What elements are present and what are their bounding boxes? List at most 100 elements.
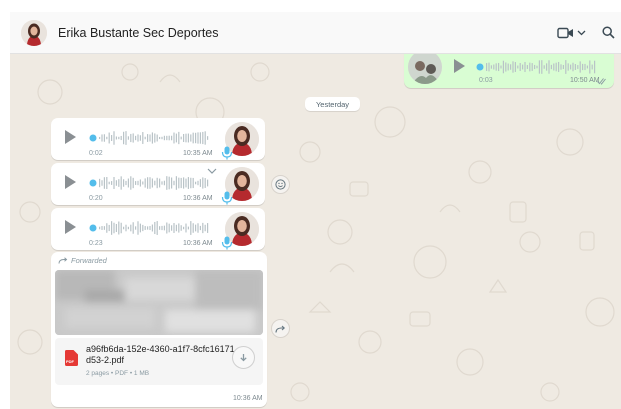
waveform-bar (144, 226, 146, 230)
waveform-bar (171, 135, 173, 141)
waveform-bar (154, 133, 156, 143)
chevron-down-icon (577, 30, 586, 35)
waveform-bar (139, 223, 141, 233)
play-icon[interactable] (65, 130, 76, 144)
waveform-bar (579, 61, 581, 73)
download-button[interactable] (232, 346, 255, 369)
voice-duration: 0:02 (89, 150, 103, 157)
voice-message[interactable]: 0:20 10:36 AM (51, 163, 265, 205)
waveform-bar (546, 63, 548, 71)
waveform-bar (156, 177, 158, 189)
waveform-bar (120, 222, 122, 234)
waveform-bar (120, 176, 122, 190)
document-row[interactable]: PDF a96fb6da-152e-4360-a1f7-8cfc16171d53… (55, 338, 263, 385)
message-time: 10:36 AM (183, 240, 213, 247)
waveform-bar (135, 226, 137, 230)
message-time: 10:50 AM (570, 77, 600, 84)
waveform-bar (123, 131, 125, 145)
voice-waveform[interactable] (89, 220, 211, 236)
waveform-bar (173, 223, 175, 233)
react-emoji-button[interactable] (271, 175, 290, 194)
waveform-bar (149, 177, 151, 189)
voice-waveform[interactable] (89, 130, 211, 146)
waveform-bar (493, 64, 495, 70)
waveform-bar (187, 177, 189, 189)
waveform-bar (536, 65, 538, 69)
waveform-bar (147, 226, 149, 230)
voice-message[interactable]: 0:23 10:36 AM (51, 208, 265, 250)
waveform-bar (154, 221, 156, 235)
waveform-bar (185, 178, 187, 188)
waveform-bar (514, 62, 516, 72)
play-icon[interactable] (454, 59, 465, 73)
waveform-bar (185, 223, 187, 233)
voice-waveform[interactable] (89, 175, 211, 191)
forwarded-document-message[interactable]: Forwarded PDF a96fb6da-152e-4360-a1f7-8c… (51, 252, 267, 407)
search-button[interactable] (602, 26, 615, 39)
chevron-down-icon[interactable] (207, 168, 217, 174)
waveform-bar (168, 223, 170, 233)
waveform-bar (137, 180, 139, 186)
voice-message[interactable]: 0:02 10:35 AM (51, 118, 265, 160)
waveform-bar (517, 65, 519, 69)
microphone-icon (221, 191, 233, 205)
contact-avatar[interactable] (21, 19, 47, 46)
waveform-bar (187, 226, 189, 230)
waveform-bar (529, 62, 531, 72)
waveform-bar (130, 176, 132, 190)
waveform-bar (543, 65, 545, 69)
waveform-bar (163, 225, 165, 231)
forwarded-text: Forwarded (71, 256, 107, 265)
waveform-bar (159, 226, 161, 230)
waveform-bar (115, 223, 117, 233)
document-preview[interactable] (55, 270, 263, 335)
waveform-bar (584, 63, 586, 71)
waveform-bar (166, 135, 168, 141)
waveform-bar (486, 63, 488, 71)
waveform-bar (149, 134, 151, 142)
waveform-bar (207, 136, 209, 140)
waveform-bar (560, 64, 562, 70)
contact-name[interactable]: Erika Bustante Sec Deportes (58, 26, 557, 40)
waveform-bar (166, 222, 168, 234)
waveform-bar (99, 178, 101, 188)
waveform-bar (192, 177, 194, 189)
waveform-bar (132, 177, 134, 189)
waveform-bar (115, 180, 117, 186)
waveform-bar (135, 135, 137, 141)
playback-position-dot[interactable] (476, 63, 484, 71)
waveform-bar (156, 134, 158, 142)
message-time: 10:36 AM (183, 195, 213, 202)
waveform-bar (156, 221, 158, 235)
playback-position-dot[interactable] (89, 179, 97, 187)
waveform-bar (567, 63, 569, 71)
waveform-bar (190, 221, 192, 235)
waveform-bar (526, 65, 528, 69)
waveform-bar (195, 181, 197, 185)
waveform-bar (195, 224, 197, 232)
waveform-bar (180, 177, 182, 189)
waveform-bar (168, 176, 170, 190)
waveform-bar (173, 132, 175, 144)
play-icon[interactable] (65, 175, 76, 189)
video-call-button[interactable] (557, 27, 586, 39)
waveform-bar (187, 133, 189, 143)
waveform-bar (548, 60, 550, 74)
waveform-bar (161, 136, 163, 140)
waveform-bar (190, 134, 192, 142)
waveform-bar (199, 225, 201, 231)
play-icon[interactable] (65, 220, 76, 234)
waveform-bar (488, 62, 490, 72)
waveform-bar (180, 225, 182, 231)
playback-position-dot[interactable] (89, 224, 97, 232)
waveform-bar (137, 221, 139, 235)
playback-position-dot[interactable] (89, 134, 97, 142)
waveform-bar (500, 65, 502, 69)
forward-button[interactable] (271, 319, 290, 338)
waveform-bar (151, 224, 153, 232)
waveform-bar (125, 224, 127, 232)
waveform-bar (541, 60, 543, 74)
waveform-bar (101, 180, 103, 186)
waveform-bar (207, 223, 209, 233)
voice-waveform[interactable] (476, 59, 598, 75)
